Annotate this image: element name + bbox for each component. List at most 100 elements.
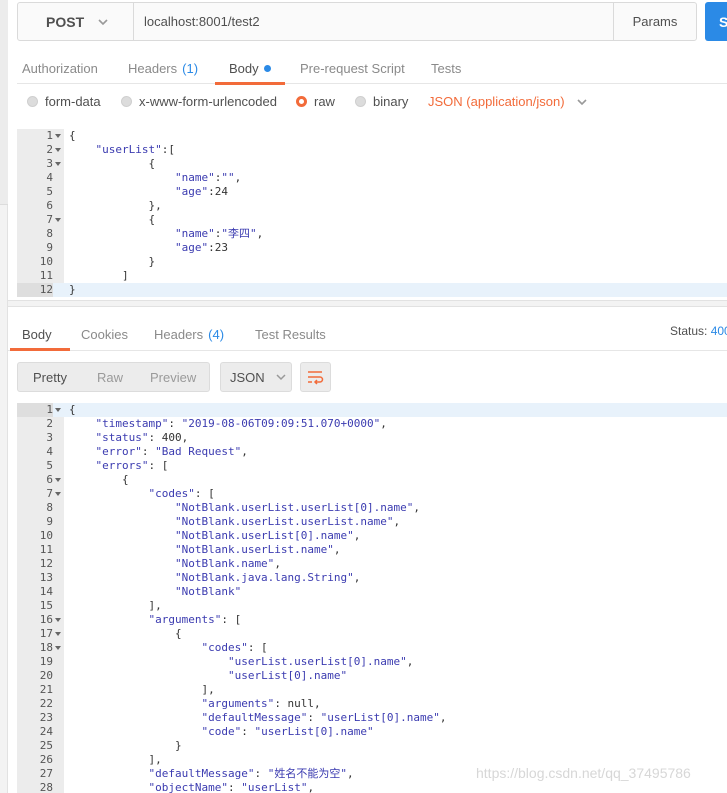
format-select[interactable]: JSON	[220, 362, 292, 392]
line-number: 3	[46, 157, 53, 170]
line-number: 20	[39, 669, 53, 682]
code-text: "age":23	[174, 241, 228, 254]
response-body-viewer[interactable]: 1{2 "timestamp": "2019-08-06T09:09:51.07…	[17, 403, 727, 793]
view-pretty[interactable]: Pretty	[33, 370, 67, 385]
code-line: 10 "NotBlank.userList[0].name",	[17, 529, 727, 543]
url-value: localhost:8001/test2	[144, 14, 260, 29]
code-text: "NotBlank.userList.name",	[174, 543, 341, 556]
request-body-editor[interactable]: 1{2 "userList":[3 {4 "name":"", 5 "age":2…	[17, 129, 727, 297]
postman-window: POST localhost:8001/test2 Params S Autho…	[0, 0, 727, 793]
code-line: 4 "error": "Bad Request",	[17, 445, 727, 459]
view-raw[interactable]: Raw	[97, 370, 123, 385]
code-text: "name":"李四",	[174, 227, 264, 240]
code-line: 17 {	[17, 627, 727, 641]
line-number: 7	[46, 487, 53, 500]
code-line: 9 "NotBlank.userList.userList.name",	[17, 515, 727, 529]
code-text: "codes": [	[148, 487, 215, 500]
code-text: "userList":[	[95, 143, 175, 156]
fold-arrow-icon[interactable]	[55, 631, 61, 637]
line-number: 8	[46, 501, 53, 514]
code-line: 24 "code": "userList[0].name"	[17, 725, 727, 739]
tab-test-results[interactable]: Test Results	[255, 318, 326, 350]
tab-body[interactable]: Body	[215, 52, 285, 85]
line-number: 8	[46, 227, 53, 240]
code-line: 2 "timestamp": "2019-08-06T09:09:51.070+…	[17, 417, 727, 431]
code-text: "code": "userList[0].name"	[201, 725, 374, 738]
tab-tests[interactable]: Tests	[431, 52, 461, 84]
status-label: Status:	[670, 324, 708, 338]
tab-cookies[interactable]: Cookies	[81, 318, 128, 350]
code-line: 4 "name":"",	[17, 171, 727, 185]
pane-divider[interactable]	[8, 300, 727, 307]
code-text: "timestamp": "2019-08-06T09:09:51.070+00…	[95, 417, 387, 430]
line-number: 10	[39, 255, 53, 268]
line-number: 10	[39, 529, 53, 542]
fold-arrow-icon[interactable]	[55, 147, 61, 153]
code-line: 13 "NotBlank.java.lang.String",	[17, 571, 727, 585]
code-line: 6 },	[17, 199, 727, 213]
request-tabs: Authorization Headers (1) Body Pre-reques…	[17, 52, 727, 85]
line-number: 2	[46, 143, 53, 156]
send-label: S	[719, 13, 727, 30]
fold-arrow-icon[interactable]	[55, 491, 61, 497]
line-number: 11	[39, 269, 53, 282]
fold-arrow-icon[interactable]	[55, 617, 61, 623]
request-bar: POST localhost:8001/test2 Params S	[17, 2, 727, 42]
radio-urlencoded[interactable]: x-www-form-urlencoded	[121, 94, 277, 109]
code-line: 6 {	[17, 473, 727, 487]
code-text: }	[69, 255, 156, 268]
response-status: Status: 400	[670, 324, 727, 338]
radio-circle	[27, 96, 38, 107]
send-button[interactable]: S	[705, 2, 727, 41]
code-text: }	[69, 283, 76, 296]
line-number: 22	[39, 697, 53, 710]
radio-binary[interactable]: binary	[355, 94, 408, 109]
tab-authorization[interactable]: Authorization	[22, 52, 98, 84]
wrap-lines-button[interactable]	[300, 362, 331, 392]
fold-arrow-icon[interactable]	[55, 645, 61, 651]
fold-arrow-icon[interactable]	[55, 161, 61, 167]
fold-arrow-icon[interactable]	[55, 133, 61, 139]
watermark: https://blog.csdn.net/qq_37495786	[476, 765, 691, 781]
body-type-options: form-data x-www-form-urlencoded raw bina…	[17, 88, 727, 118]
line-number: 21	[39, 683, 53, 696]
line-number: 26	[39, 753, 53, 766]
radio-raw[interactable]: raw	[296, 94, 335, 109]
view-preview[interactable]: Preview	[150, 370, 196, 385]
line-number: 5	[46, 459, 53, 472]
tab-pre-request-script[interactable]: Pre-request Script	[300, 52, 405, 84]
url-input[interactable]: localhost:8001/test2	[133, 2, 614, 41]
code-line: 21 ],	[17, 683, 727, 697]
radio-circle	[355, 96, 366, 107]
code-line: 18 "codes": [	[17, 641, 727, 655]
response-tabs: Body Cookies Headers (4) Test Results Sta…	[8, 318, 727, 351]
line-number: 25	[39, 739, 53, 752]
method-select[interactable]: POST	[17, 2, 134, 41]
code-line: 15 ],	[17, 599, 727, 613]
fold-arrow-icon[interactable]	[55, 217, 61, 223]
tab-headers[interactable]: Headers (1)	[128, 52, 198, 84]
method-label: POST	[46, 13, 85, 30]
code-line: 1{	[17, 129, 727, 143]
fold-arrow-icon[interactable]	[55, 477, 61, 483]
line-number: 13	[39, 571, 53, 584]
format-label: JSON	[230, 369, 265, 385]
params-button[interactable]: Params	[613, 2, 697, 41]
body-modified-dot	[263, 64, 271, 72]
code-text: {	[69, 129, 76, 142]
content-type-select[interactable]: JSON (application/json)	[428, 94, 589, 109]
line-number: 3	[46, 431, 53, 444]
headers-count: (1)	[182, 60, 199, 76]
line-number: 11	[39, 543, 53, 556]
code-text: ]	[69, 269, 129, 282]
line-number: 9	[46, 515, 53, 528]
radio-label: form-data	[45, 94, 101, 109]
tab-response-body[interactable]: Body	[10, 318, 70, 351]
radio-form-data[interactable]: form-data	[27, 94, 101, 109]
code-line: 3 {	[17, 157, 727, 171]
tab-response-headers[interactable]: Headers (4)	[154, 318, 224, 350]
fold-arrow-icon[interactable]	[55, 407, 61, 413]
line-number: 17	[39, 627, 53, 640]
tab-label: Tests	[431, 60, 462, 76]
code-text: {	[69, 157, 156, 170]
